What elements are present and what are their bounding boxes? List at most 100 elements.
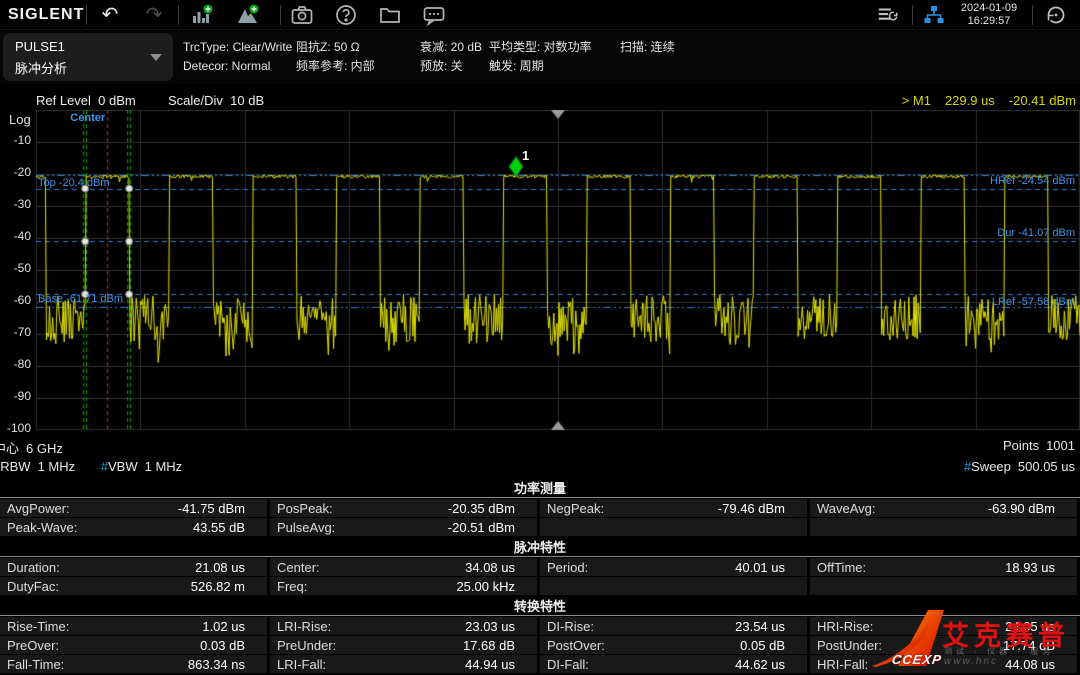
chevron-down-icon [150, 54, 162, 61]
setting-item[interactable]: 阻抗Z: 50 Ω频率参考: 内部 [296, 38, 375, 76]
date-text: 2024-01-09 [952, 2, 1026, 15]
table-cell [810, 577, 1077, 595]
table-cell-label: LRI-Rise: [277, 619, 331, 634]
toolbar-divider [178, 5, 179, 25]
table-cell: PulseAvg:-20.51 dBm [270, 518, 537, 536]
table-cell-label: Duration: [7, 560, 60, 575]
toolbar-divider [280, 5, 281, 25]
table-cell: DI-Fall:44.62 us [540, 655, 807, 673]
measurement-mode-dropdown[interactable]: PULSE1 脉冲分析 [3, 33, 173, 81]
table-cell-label: DutyFac: [7, 579, 59, 594]
table-row: AvgPower: -41.75 dBm PosPeak: -20.35 dBm Neg… [0, 499, 1080, 517]
setting-item[interactable]: TrcType: Clear/WriteDetecor: Normal [183, 38, 292, 76]
ref-level-readout[interactable]: Ref Level 0 dBm [36, 93, 136, 108]
table-cell-label: LRI-Fall: [277, 657, 326, 672]
y-axis-tick: -90 [0, 389, 31, 403]
y-axis-type-label: Log [9, 112, 31, 127]
message-icon[interactable] [422, 3, 446, 27]
table-cell-label: PulseAvg: [277, 520, 335, 535]
toolbar-divider [1032, 5, 1033, 25]
table-cell-value: 43.55 dB [193, 520, 245, 535]
y-axis-tick: -50 [0, 261, 31, 275]
setting-line1: 衰减: 20 dB [420, 38, 482, 57]
table-cell-value: 863.34 ns [188, 657, 245, 672]
setting-item[interactable]: 扫描: 连续 [620, 38, 675, 57]
setting-line1: TrcType: Clear/Write [183, 38, 292, 57]
table-section: 转换特性Rise-Time:1.02 usLRI-Rise:23.03 usDI… [0, 599, 1080, 673]
redo-icon[interactable]: ↷ [142, 3, 166, 27]
table-cell-value: -41.75 dBm [178, 501, 245, 516]
marker-readout: > M1229.9 us-20.41 dBm [902, 93, 1076, 108]
y-axis-tick: -10 [0, 133, 31, 147]
trace-add-icon[interactable] [190, 3, 214, 27]
help-icon[interactable] [334, 3, 358, 27]
setting-line2: 触发: 周期 [489, 57, 592, 76]
table-cell-label: DI-Rise: [547, 619, 594, 634]
table-cell: Rise-Time:1.02 us [0, 617, 267, 635]
table-cell-value: 44.62 us [735, 657, 785, 672]
table-cell-value: -20.35 dBm [448, 501, 515, 516]
table-section: 功率测量 AvgPower: -41.75 dBm PosPeak: -20.35 dB… [0, 481, 1080, 536]
file-icon[interactable] [378, 3, 402, 27]
threshold-label-lref: LRef -57.58 dBm [992, 296, 1075, 308]
rbw-readout[interactable]: #RBW1 MHz #VBW1 MHz [0, 459, 182, 474]
screenshot-icon[interactable] [290, 3, 314, 27]
table-cell-label: HRI-Fall: [817, 657, 868, 672]
table-cell-value: 25.00 kHz [456, 579, 515, 594]
y-axis-tick: -30 [0, 197, 31, 211]
table-cell-value: 44.08 us [1005, 657, 1055, 672]
y-axis-tick: -20 [0, 165, 31, 179]
table-cell-value: 18.93 us [1005, 560, 1055, 575]
table-cell-value: 21.08 us [195, 560, 245, 575]
y-axis-tick: -100 [0, 421, 31, 435]
table-cell: Period:40.01 us [540, 558, 807, 576]
table-cell-label: PosPeak: [277, 501, 333, 516]
setting-line1: 平均类型: 对数功率 [489, 38, 592, 57]
center-gate-label: Center [65, 112, 105, 124]
table-cell-value: 17.68 dB [463, 638, 515, 653]
setting-item[interactable]: 衰减: 20 dB预放: 关 [420, 38, 482, 76]
table-cell: Center:34.08 us [270, 558, 537, 576]
marker-number-label: 1 [522, 148, 529, 163]
setting-line2: 频率参考: 内部 [296, 57, 375, 76]
history-icon[interactable] [1044, 3, 1068, 27]
setting-item[interactable]: 平均类型: 对数功率触发: 周期 [489, 38, 592, 76]
table-cell: HRI-Rise: 24.05 us [810, 617, 1077, 635]
table-cell-label: PreOver: [7, 638, 59, 653]
table-row: PreOver: 0.03 dB PreUnder:17.68 dB PostOver… [0, 636, 1080, 654]
datetime-display[interactable]: 2024-01-09 16:29:57 [952, 2, 1026, 28]
table-cell-label: NegPeak: [547, 501, 604, 516]
scale-div-readout[interactable]: Scale/Div 10 dB [168, 93, 264, 108]
center-freq-readout[interactable]: 中心6 GHz [0, 438, 63, 457]
table-cell-label: HRI-Rise: [817, 619, 873, 634]
undo-icon[interactable]: ↶ [98, 3, 122, 27]
table-cell-label: AvgPower: [7, 501, 70, 516]
table-cell-value: 23.03 us [465, 619, 515, 634]
points-readout[interactable]: Points1001 [1003, 438, 1075, 453]
table-cell-value: 0.03 dB [200, 638, 245, 653]
table-cell: OffTime:18.93 us [810, 558, 1077, 576]
table-cell: DutyFac:526.82 m [0, 577, 267, 595]
table-cell: NegPeak:-79.46 dBm [540, 499, 807, 517]
table-cell-label: Peak-Wave: [7, 520, 77, 535]
table-cell: Peak-Wave: 43.55 dB [0, 518, 267, 536]
table-cell-label: PostUnder: [817, 638, 882, 653]
peak-add-icon[interactable] [236, 3, 260, 27]
task-list-icon[interactable] [876, 3, 900, 27]
table-cell: HRI-Fall: 44.08 us [810, 655, 1077, 673]
table-cell-label: PostOver: [547, 638, 605, 653]
y-axis-tick: -70 [0, 325, 31, 339]
table-cell: PreUnder:17.68 dB [270, 636, 537, 654]
table-cell-value: 24.05 us [1005, 619, 1055, 634]
sweep-readout[interactable]: #Sweep500.05 us [964, 459, 1075, 474]
settings-bar: PULSE1 脉冲分析 TrcType: Clear/WriteDetecor:… [0, 31, 1080, 84]
network-icon[interactable] [922, 3, 946, 27]
table-section-title: 脉冲特性 [0, 540, 1080, 556]
y-axis-tick: -40 [0, 229, 31, 243]
table-cell [810, 518, 1077, 536]
table-cell: LRI-Fall:44.94 us [270, 655, 537, 673]
table-cell: LRI-Rise: 23.03 us [270, 617, 537, 635]
table-section-title: 功率测量 [0, 481, 1080, 497]
analyzer-screen: SIGLENT ↶ ↷ 2024-01-09 [0, 0, 1080, 675]
spectrum-plot-canvas[interactable] [0, 110, 1080, 431]
